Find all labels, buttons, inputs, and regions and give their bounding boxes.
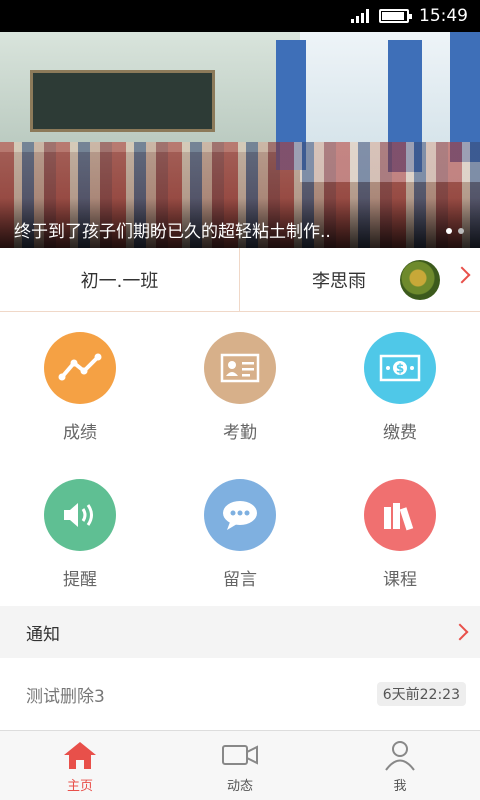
banner-dot (458, 228, 464, 234)
battery-icon (379, 9, 412, 23)
banner-page-indicator (446, 228, 464, 234)
class-selector[interactable]: 初一.一班 (0, 248, 240, 312)
status-bar: 15:49 (0, 0, 480, 32)
feature-message[interactable]: 留言 (160, 459, 320, 606)
id-card-icon (204, 332, 276, 404)
books-icon (364, 479, 436, 551)
class-info-bar: 初一.一班 李思雨 (0, 248, 480, 312)
banner-dot-active (446, 228, 452, 234)
tab-label: 我 (393, 779, 407, 794)
notice-text: 测试删除3 (26, 686, 105, 707)
feature-label: 提醒 (63, 570, 97, 590)
money-icon: $ (364, 332, 436, 404)
feature-label: 留言 (223, 570, 257, 590)
chat-bubble-icon (204, 479, 276, 551)
person-icon (380, 739, 420, 771)
notice-time: 6天前22:23 (376, 682, 466, 706)
bottom-tab-bar: 主页 动态 我 (0, 730, 480, 800)
feature-label: 缴费 (383, 423, 417, 443)
feature-grid: 成绩 考勤 $ 缴费 提醒 留言 课程 (0, 312, 480, 606)
avatar (400, 260, 440, 300)
feature-courses[interactable]: 课程 (320, 459, 480, 606)
student-selector[interactable]: 李思雨 (240, 248, 480, 312)
feature-grades[interactable]: 成绩 (0, 312, 160, 459)
news-banner[interactable]: 终于到了孩子们期盼已久的超轻粘土制作.. (0, 32, 480, 248)
chart-line-icon (44, 332, 116, 404)
feature-label: 考勤 (223, 423, 257, 443)
home-icon (60, 739, 100, 771)
feature-label: 课程 (383, 570, 417, 590)
tab-label: 主页 (66, 779, 93, 794)
feature-label: 成绩 (63, 423, 97, 443)
chevron-right-icon (451, 623, 469, 641)
feature-payment[interactable]: $ 缴费 (320, 312, 480, 459)
banner-caption[interactable]: 终于到了孩子们期盼已久的超轻粘土制作.. (14, 217, 331, 242)
tab-moments[interactable]: 动态 (160, 731, 320, 800)
video-camera-icon (220, 739, 260, 771)
class-name: 初一.一班 (80, 271, 159, 292)
speaker-icon (44, 479, 116, 551)
status-time: 15:49 (419, 6, 468, 26)
feature-reminder[interactable]: 提醒 (0, 459, 160, 606)
tab-label: 动态 (226, 779, 253, 794)
signal-icon (351, 9, 369, 23)
notice-title: 通知 (26, 624, 60, 645)
chevron-right-icon (453, 266, 471, 284)
feature-attendance[interactable]: 考勤 (160, 312, 320, 459)
notice-header[interactable]: 通知 (0, 606, 480, 658)
student-name: 李思雨 (312, 271, 366, 292)
tab-me[interactable]: 我 (320, 731, 480, 800)
list-item[interactable]: 测试删除3 6天前22:23 (0, 658, 480, 730)
svg-text:$: $ (396, 362, 404, 376)
tab-home[interactable]: 主页 (0, 731, 160, 800)
